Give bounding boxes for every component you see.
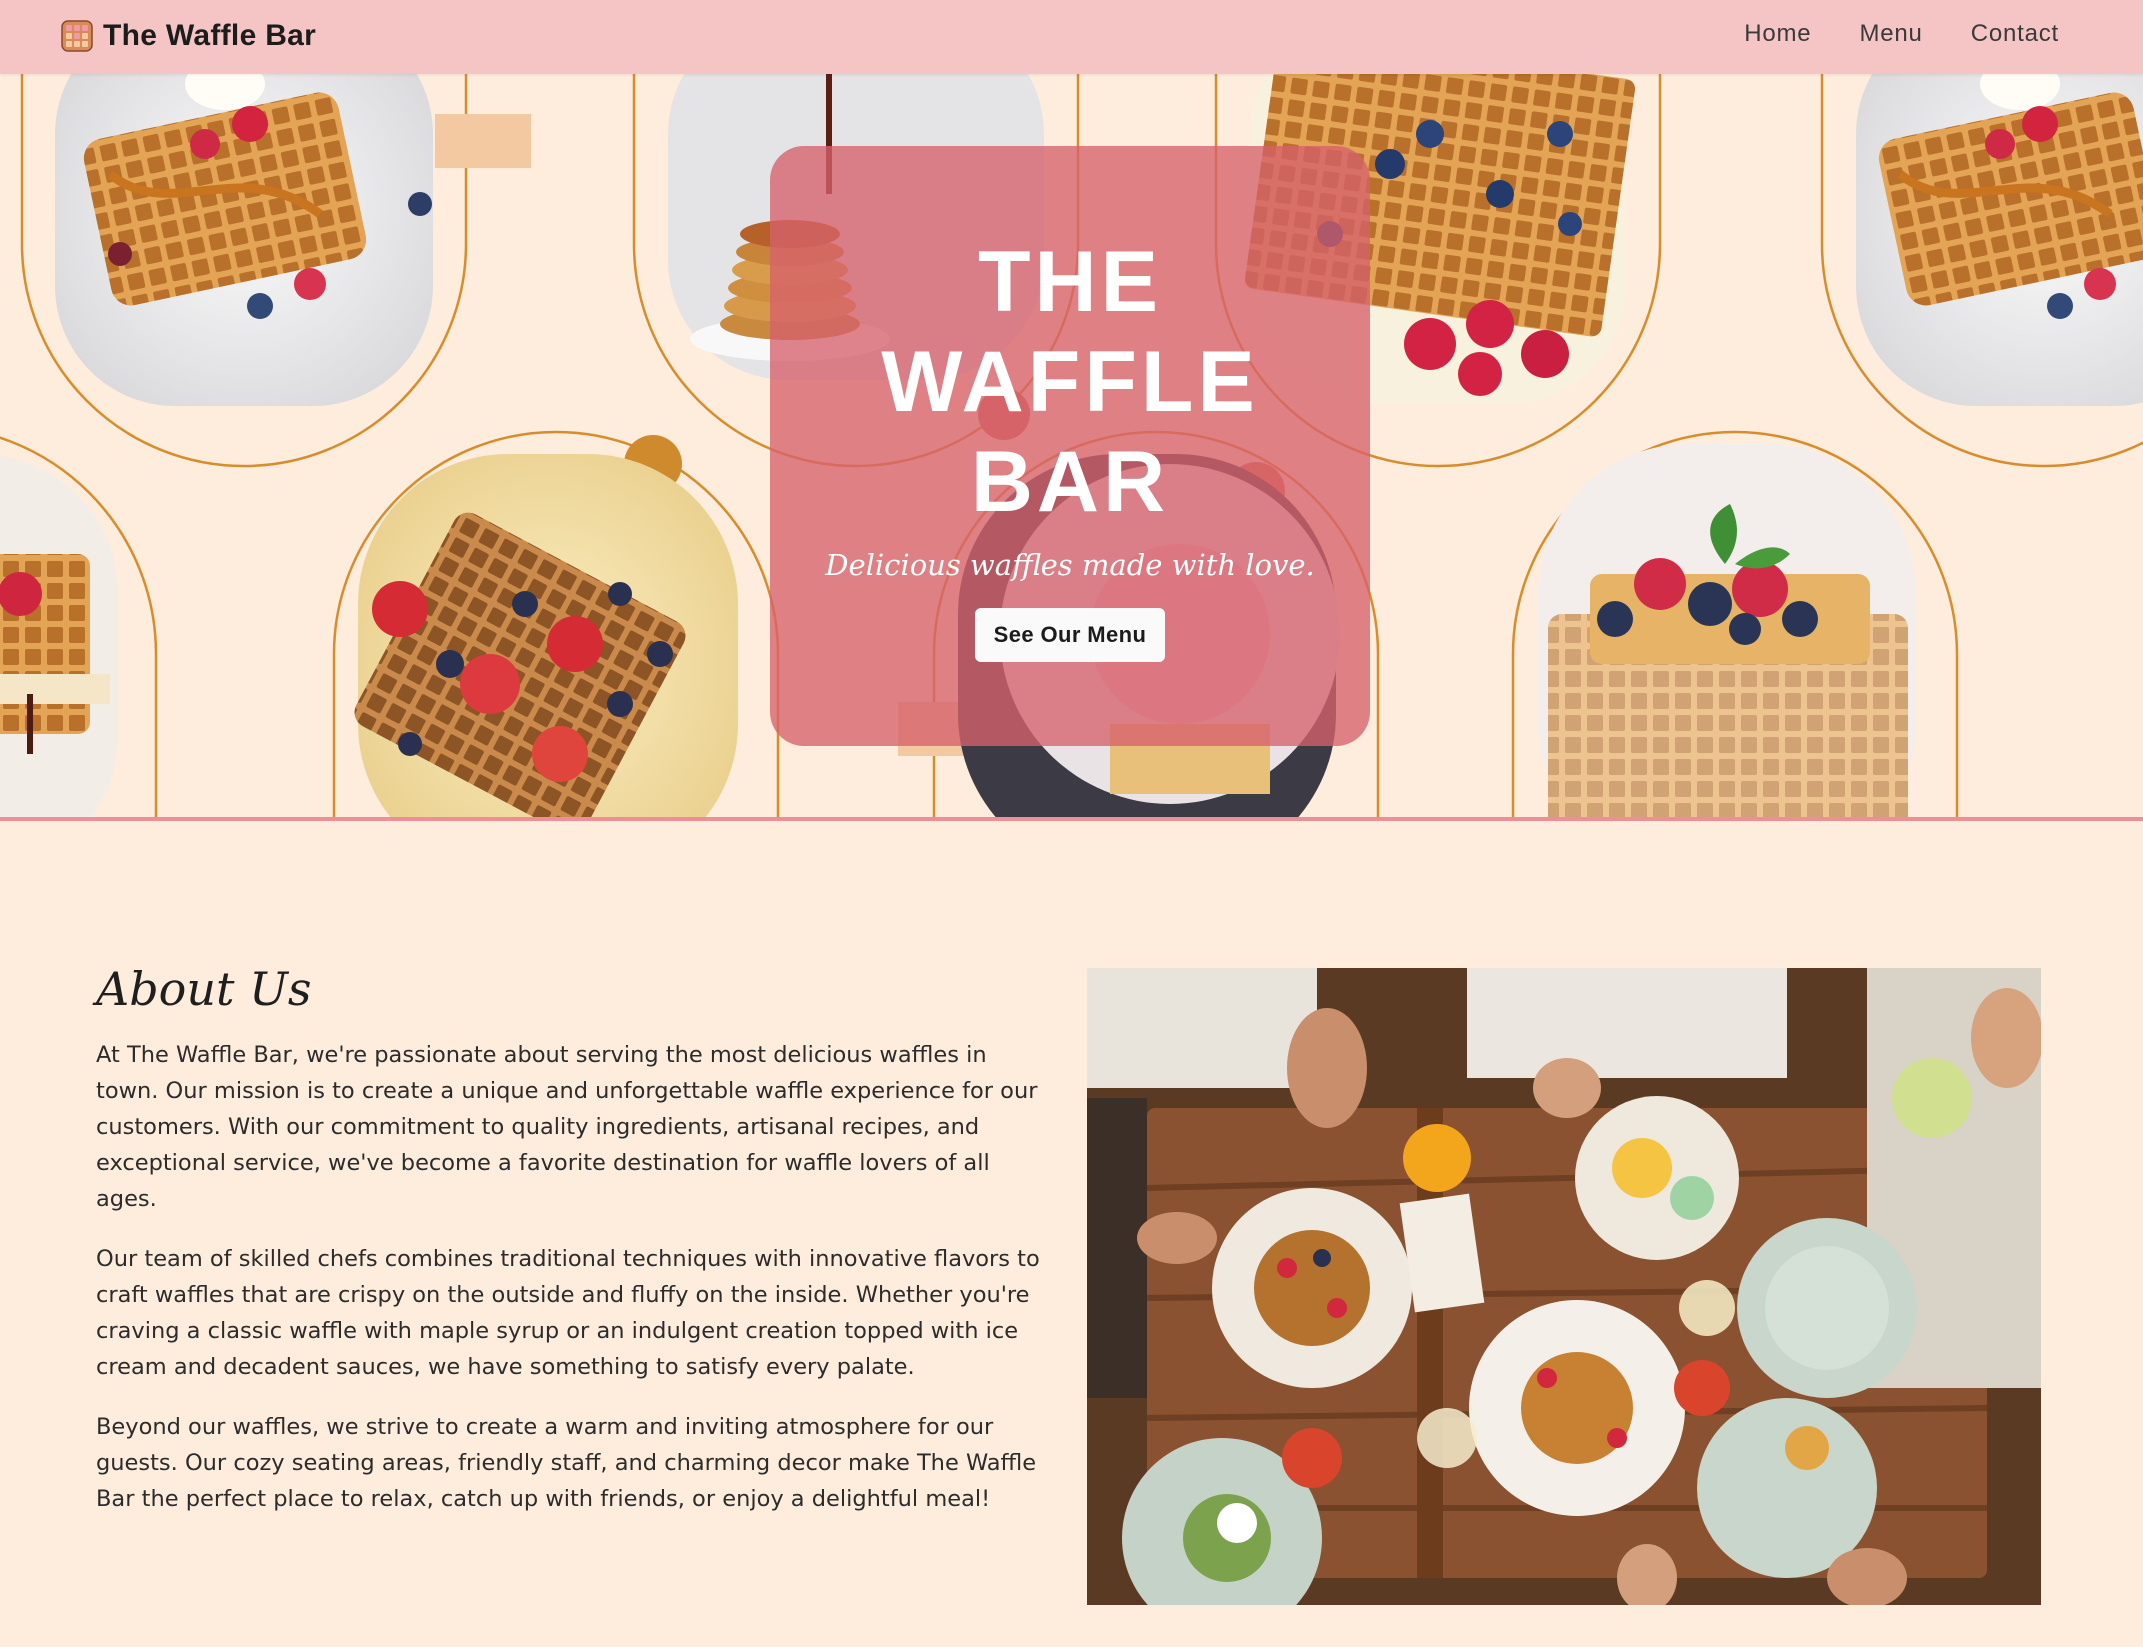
hero-tagline: Delicious waffles made with love.: [825, 548, 1315, 582]
hero-card: THE WAFFLE BAR Delicious waffles made wi…: [770, 146, 1370, 746]
nav-menu-link[interactable]: Menu: [1859, 18, 1922, 50]
waffle-logo-icon: [61, 20, 93, 52]
waffle-photo-6: [1538, 444, 1916, 817]
about-paragraph: At The Waffle Bar, we're passionate abou…: [96, 1042, 1038, 1212]
waffle-photo-3: [1856, 74, 2143, 406]
nav-home-link[interactable]: Home: [1744, 18, 1811, 50]
waffle-photo-5: [354, 454, 738, 817]
about-heading: About Us: [96, 962, 312, 1016]
brand-name: The Waffle Bar: [103, 19, 317, 52]
about-text: At The Waffle Bar, we're passionate abou…: [96, 1037, 1056, 1541]
hero-title: THE WAFFLE BAR: [881, 234, 1259, 530]
about-paragraph: Our team of skilled chefs combines tradi…: [96, 1246, 1040, 1380]
nav-links: Home Menu Contact: [1744, 18, 2059, 50]
about-photo: [1087, 968, 2041, 1605]
about-paragraph: Beyond our waffles, we strive to create …: [96, 1414, 1037, 1512]
deco-block: [435, 114, 531, 168]
see-our-menu-button[interactable]: See Our Menu: [974, 608, 1166, 662]
nav-contact-link[interactable]: Contact: [1971, 18, 2059, 50]
waffle-photo-1: [55, 74, 433, 406]
brand-link[interactable]: The Waffle Bar: [61, 16, 316, 56]
waffle-photo-4: [0, 455, 118, 817]
navbar: The Waffle Bar Home Menu Contact: [0, 0, 2143, 74]
hero-section: THE WAFFLE BAR Delicious waffles made wi…: [0, 74, 2143, 821]
